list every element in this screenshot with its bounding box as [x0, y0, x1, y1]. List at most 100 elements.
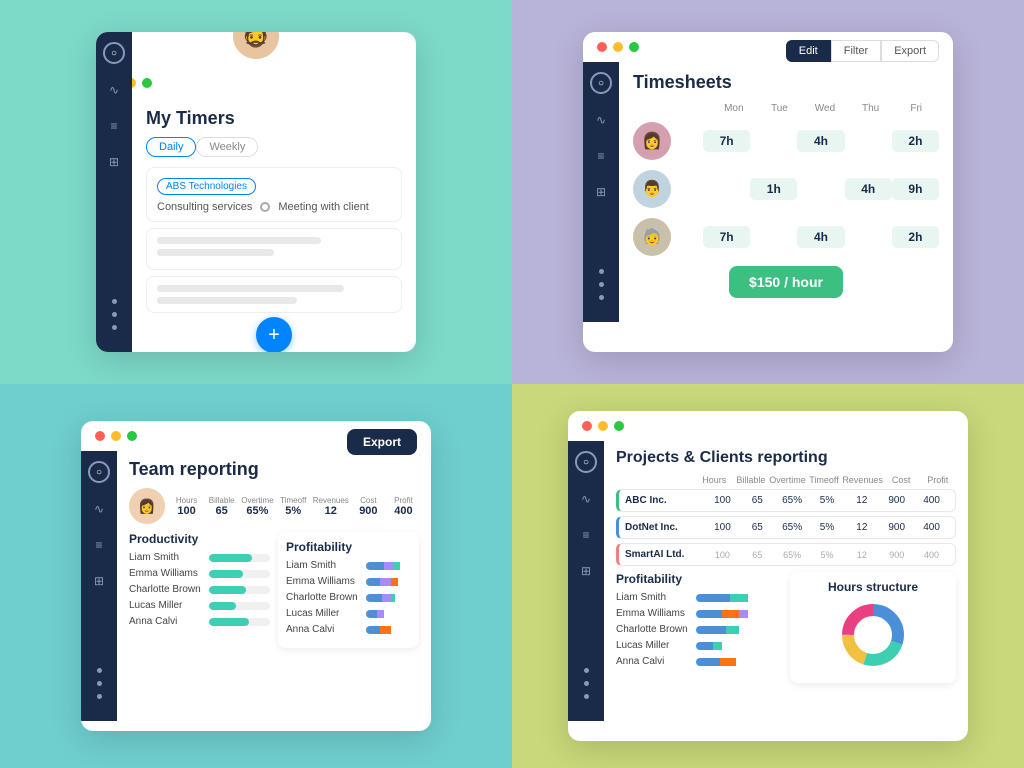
- profitability-title: Profitability: [286, 540, 411, 554]
- sidebar-home-icon[interactable]: ○: [103, 42, 125, 64]
- proj-abc-r: 12: [844, 495, 879, 506]
- sidebar-home-br[interactable]: ○: [575, 451, 597, 473]
- my-timers-window: 🧔 ○ ∿ ≡ ⊞ My Timers Daily Weekly ABS: [96, 32, 416, 352]
- prod-bar-fill-5: [209, 618, 249, 626]
- prof-name-5: Anna Calvi: [286, 624, 366, 635]
- proj-h-billable: Billable: [733, 475, 770, 485]
- sidebar-dot-br-3: [584, 694, 589, 699]
- team-body: ○ ∿ ≡ ⊞ Team reporting 👩 Hours: [81, 451, 431, 721]
- toolbar-buttons: Edit Filter Export: [786, 40, 939, 62]
- projects-content: Projects & Clients reporting Hours Billa…: [604, 441, 968, 721]
- ts-cell-3-1: 7h: [703, 226, 750, 248]
- sidebar-list-br[interactable]: ≡: [576, 525, 596, 545]
- sidebar-chart-icon[interactable]: ∿: [104, 80, 124, 100]
- stat-hours: Hours 100: [171, 496, 202, 517]
- br-prof-row-2: Emma Williams: [616, 608, 782, 619]
- prod-name-5: Anna Calvi: [129, 616, 209, 627]
- proj-dn-b: 65: [740, 522, 775, 533]
- sidebar-home-tr[interactable]: ○: [590, 72, 612, 94]
- stat-overtime-val: 65%: [241, 505, 273, 517]
- sidebar-grid-bl[interactable]: ⊞: [89, 571, 109, 591]
- br-prof-bar-4: [696, 642, 782, 650]
- ts-row-1: 👩 7h 4h 2h: [633, 122, 939, 160]
- quadrant-timesheets: Edit Filter Export ○ ∿ ≡ ⊞ Timesheets: [512, 0, 1024, 384]
- proj-sa-b: 65: [740, 550, 775, 560]
- stat-billable-label: Billable: [206, 496, 237, 505]
- timer-bars-block-2: [146, 276, 402, 313]
- ts-cell-2-5: 9h: [892, 178, 939, 200]
- prof-row-3: Charlotte Brown: [286, 592, 411, 603]
- team-avatar: 👩: [129, 488, 165, 524]
- stat-profit-val: 400: [388, 505, 419, 517]
- ts-cell-1-5: 2h: [892, 130, 939, 152]
- rate-button[interactable]: $150 / hour: [729, 266, 843, 298]
- stat-revenues: Revenues 12: [313, 496, 349, 517]
- sidebar-tr: ○ ∿ ≡ ⊞: [583, 62, 619, 322]
- prof-bar-3: [366, 594, 411, 602]
- proj-table-header: Hours Billable Overtime Timeoff Revenues…: [616, 475, 956, 485]
- ts-cell-1-1: 7h: [703, 130, 750, 152]
- add-timer-button[interactable]: +: [256, 317, 292, 352]
- prof-bar-4: [366, 610, 411, 618]
- ts-rate-wrapper: $150 / hour: [633, 266, 939, 298]
- sidebar-tl: ○ ∿ ≡ ⊞: [96, 32, 132, 352]
- sidebar-dot-tr-3: [599, 295, 604, 300]
- dot-yellow-tr: [613, 42, 623, 52]
- br-prof-row-1: Liam Smith: [616, 592, 782, 603]
- prof-name-1: Liam Smith: [286, 560, 366, 571]
- prof-name-2: Emma Williams: [286, 576, 366, 587]
- proj-dn-p: 400: [914, 522, 949, 533]
- br-prof-row-3: Charlotte Brown: [616, 624, 782, 635]
- team-title: Team reporting: [129, 459, 419, 480]
- prod-bar-5: [209, 618, 270, 626]
- stat-timeoff: Timeoff 5%: [278, 496, 309, 517]
- hours-structure-title: Hours structure: [828, 580, 918, 594]
- stat-overtime: Overtime 65%: [241, 496, 273, 517]
- window-chrome-tr: Edit Filter Export: [583, 32, 953, 62]
- team-stats-row: 👩 Hours 100 Billable 65 Overtime 65%: [129, 488, 419, 524]
- prod-name-3: Charlotte Brown: [129, 584, 209, 595]
- ts-thu: Thu: [848, 103, 894, 114]
- timer-bars-block: [146, 228, 402, 270]
- sidebar-list-bl[interactable]: ≡: [89, 535, 109, 555]
- br-profitability-title: Profitability: [616, 572, 782, 586]
- sidebar-list-icon[interactable]: ≡: [104, 116, 124, 136]
- sidebar-list-tr[interactable]: ≡: [591, 146, 611, 166]
- toolbar-export-btn[interactable]: Export: [881, 40, 939, 62]
- toolbar-filter-btn[interactable]: Filter: [831, 40, 881, 62]
- proj-abc-o: 65%: [775, 495, 810, 506]
- sidebar-chart-br[interactable]: ∿: [576, 489, 596, 509]
- sidebar-dot-2: [112, 312, 117, 317]
- sidebar-grid-tr[interactable]: ⊞: [591, 182, 611, 202]
- sidebar-grid-br[interactable]: ⊞: [576, 561, 596, 581]
- donut-svg: [838, 600, 908, 670]
- tab-daily[interactable]: Daily: [146, 137, 196, 157]
- sidebar-home-bl[interactable]: ○: [88, 461, 110, 483]
- toolbar-edit-btn[interactable]: Edit: [786, 40, 831, 62]
- br-prof-name-5: Anna Calvi: [616, 656, 696, 667]
- proj-header-name: [616, 475, 696, 485]
- export-button[interactable]: Export: [347, 429, 417, 455]
- prof-name-4: Lucas Miller: [286, 608, 366, 619]
- ts-mon: Mon: [711, 103, 757, 114]
- stat-billable: Billable 65: [206, 496, 237, 517]
- sidebar-chart-bl[interactable]: ∿: [89, 499, 109, 519]
- prod-bar-3: [209, 586, 270, 594]
- stat-revenues-label: Revenues: [313, 496, 349, 505]
- tab-group: Daily Weekly: [146, 137, 402, 157]
- sidebar-chart-tr[interactable]: ∿: [591, 110, 611, 130]
- br-prof-name-3: Charlotte Brown: [616, 624, 696, 635]
- proj-row-smartai: SmartAI Ltd. 100 65 65% 5% 12 900 400: [616, 543, 956, 566]
- proj-h-revenues: Revenues: [842, 475, 883, 485]
- proj-name-smartai: SmartAI Ltd.: [625, 549, 705, 560]
- sidebar-bl: ○ ∿ ≡ ⊞: [81, 451, 117, 721]
- tab-weekly[interactable]: Weekly: [196, 137, 258, 157]
- prod-bar-fill-2: [209, 570, 243, 578]
- br-prof-name-2: Emma Williams: [616, 608, 696, 619]
- bottom-two-col: Profitability Liam Smith Emma Williams C…: [616, 572, 956, 683]
- sidebar-grid-icon[interactable]: ⊞: [104, 152, 124, 172]
- proj-dn-c: 900: [879, 522, 914, 533]
- projects-body: ○ ∿ ≡ ⊞ Projects & Clients reporting Hou…: [568, 441, 968, 721]
- proj-abc-b: 65: [740, 495, 775, 506]
- prof-row-1: Liam Smith: [286, 560, 411, 571]
